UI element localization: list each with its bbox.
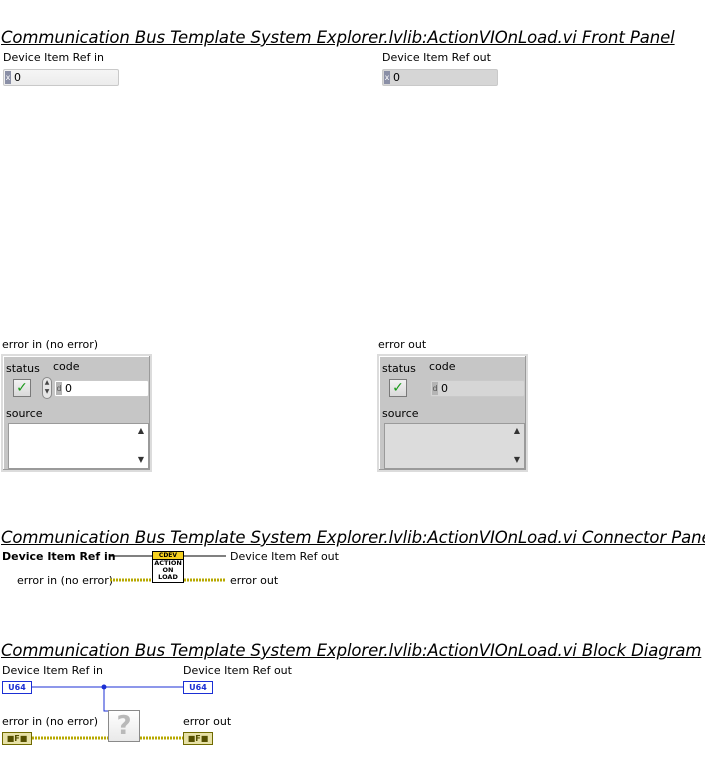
front-panel-title: Communication Bus Template System Explor… [1,28,675,47]
status-checkmark-icon[interactable]: ✓ [13,379,31,397]
scroll-down-icon[interactable]: ▼ [136,455,146,464]
radix-indicator: d [56,382,62,395]
icon-line-3: LOAD [158,573,178,581]
device-item-ref-in-control[interactable]: x 0 [3,69,119,86]
device-item-ref-out-indicator: x 0 [382,69,498,86]
scroll-up-icon[interactable]: ▲ [136,426,146,435]
source-textbox[interactable]: ▲ ▼ [8,423,149,469]
status-label: status [6,362,40,375]
radix-indicator: d [432,382,438,395]
action-on-load-vi-icon: CDEV ACTION ON LOAD [152,551,184,583]
code-label: code [53,360,80,373]
error-out-terminal[interactable]: ■F■ [183,732,213,745]
radix-indicator: x [384,71,390,84]
device-item-ref-out-value: 0 [393,71,400,84]
block-diagram-title: Communication Bus Template System Explor… [1,641,702,660]
connector-pane-wires [110,555,226,582]
scroll-up-icon[interactable]: ▲ [512,426,522,435]
device-item-ref-in-value: 0 [14,71,21,84]
source-label: source [6,407,43,420]
device-item-ref-out-terminal[interactable]: U64 [183,681,213,694]
scroll-down-icon[interactable]: ▼ [512,455,522,464]
radix-indicator: x [5,71,11,84]
device-item-ref-in-label: Device Item Ref in [3,51,104,64]
source-indicator: ▲ ▼ [384,423,525,469]
code-value: 0 [441,382,448,395]
code-label: code [429,360,456,373]
device-item-ref-out-label: Device Item Ref out [382,51,491,64]
code-value: 0 [65,382,72,395]
code-increment-decrement-icon[interactable]: ▲ ▼ [42,377,52,399]
status-label: status [382,362,416,375]
error-in-cluster: status code ✓ ▲ ▼ d 0 source ▲ ▼ [1,354,152,472]
error-out-label: error out [378,338,427,351]
code-indicator: d 0 [430,380,525,397]
status-checkmark-icon: ✓ [389,379,407,397]
source-label: source [382,407,419,420]
device-item-ref-in-terminal[interactable]: U64 [2,681,32,694]
source-scrollbar[interactable]: ▲ ▼ [512,426,522,466]
error-out-cluster: status code ✓ d 0 source ▲ ▼ [377,354,528,472]
error-in-label: error in (no error) [2,338,99,351]
unknown-subvi-question-icon[interactable]: ? [108,710,140,742]
error-in-terminal[interactable]: ■F■ [2,732,32,745]
source-scrollbar[interactable]: ▲ ▼ [136,426,146,466]
code-input[interactable]: d 0 [54,380,149,397]
